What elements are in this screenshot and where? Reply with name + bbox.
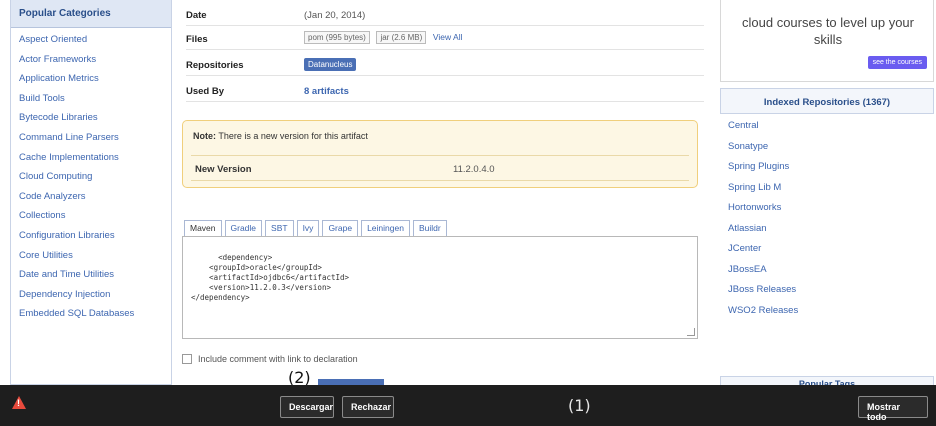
category-item-core-utilities[interactable]: Core Utilities	[19, 250, 171, 270]
tab-sbt[interactable]: SBT	[265, 220, 294, 237]
category-item-application-metrics[interactable]: Application Metrics	[19, 73, 171, 93]
warning-icon	[12, 396, 26, 409]
repository-list: Central Sonatype Spring Plugins Spring L…	[720, 114, 934, 325]
repo-item-spring-plugins[interactable]: Spring Plugins	[728, 161, 934, 182]
tab-grape[interactable]: Grape	[322, 220, 359, 237]
repositories-row: Repositories Datanucleus	[186, 54, 704, 76]
tab-buildr[interactable]: Buildr	[412, 220, 447, 237]
note-message: There is a new version for this artifact	[218, 131, 368, 141]
files-label: Files	[186, 34, 208, 45]
category-item-code-analyzers[interactable]: Code Analyzers	[19, 191, 171, 211]
tab-maven[interactable]: Maven	[184, 220, 222, 237]
category-item-date-time-utilities[interactable]: Date and Time Utilities	[19, 269, 171, 289]
see-courses-button[interactable]: see the courses	[867, 56, 927, 69]
dependency-snippet-textarea[interactable]: <dependency> <groupId>oracle</groupId> <…	[182, 236, 698, 339]
pom-file-button[interactable]: pom (995 bytes)	[304, 31, 370, 44]
note-prefix: Note:	[193, 131, 216, 141]
repo-item-jcenter[interactable]: JCenter	[728, 243, 934, 264]
category-item-configuration-libraries[interactable]: Configuration Libraries	[19, 230, 171, 250]
tab-gradle[interactable]: Gradle	[224, 220, 263, 237]
sidebar-heading: Popular Categories	[11, 0, 171, 28]
ad-text: cloud courses to level up your skills	[742, 15, 914, 47]
include-comment-row: Include comment with link to declaration	[182, 354, 358, 364]
view-all-link[interactable]: View All	[433, 32, 463, 42]
category-item-collections[interactable]: Collections	[19, 210, 171, 230]
used-by-link[interactable]: 8 artifacts	[304, 86, 349, 97]
include-comment-checkbox[interactable]	[182, 354, 192, 364]
repo-item-atlassian[interactable]: Atlassian	[728, 223, 934, 244]
repositories-label: Repositories	[186, 60, 244, 71]
category-list: Aspect Oriented Actor Frameworks Applica…	[11, 28, 171, 328]
new-version-link[interactable]: 11.2.0.4.0	[453, 164, 495, 175]
repo-item-central[interactable]: Central	[728, 120, 934, 141]
resize-handle[interactable]	[687, 328, 695, 336]
right-column: cloud courses to level up your skills se…	[716, 0, 936, 390]
files-row: Files pom (995 bytes) jar (2.6 MB) View …	[186, 28, 704, 50]
repo-item-jbossea[interactable]: JBossEA	[728, 264, 934, 285]
repository-tag[interactable]: Datanucleus	[304, 58, 357, 71]
tab-leiningen[interactable]: Leiningen	[361, 220, 410, 237]
category-item-bytecode-libraries[interactable]: Bytecode Libraries	[19, 112, 171, 132]
dependency-snippet-code: <dependency> <groupId>oracle</groupId> <…	[191, 253, 350, 302]
consent-bar: Descargar Rechazar (1) Mostrar todo	[0, 385, 936, 426]
category-item-aspect-oriented[interactable]: Aspect Oriented	[19, 34, 171, 54]
category-item-dependency-injection[interactable]: Dependency Injection	[19, 289, 171, 309]
annotation-marker-1: (1)	[568, 396, 591, 415]
build-tool-tabs: Maven Gradle SBT Ivy Grape Leiningen Bui…	[182, 220, 698, 360]
new-version-note: Note: There is a new version for this ar…	[182, 120, 698, 188]
indexed-repositories: Indexed Repositories (1367) Central Sona…	[720, 88, 934, 390]
category-item-build-tools[interactable]: Build Tools	[19, 93, 171, 113]
courses-ad: cloud courses to level up your skills se…	[720, 0, 934, 82]
repo-item-hortonworks[interactable]: Hortonworks	[728, 202, 934, 223]
tab-bar: Maven Gradle SBT Ivy Grape Leiningen Bui…	[182, 220, 698, 237]
indexed-repositories-heading[interactable]: Indexed Repositories (1367)	[720, 88, 934, 114]
artifact-details: Date (Jan 20, 2014) Files pom (995 bytes…	[178, 0, 708, 385]
show-all-button[interactable]: Mostrar todo	[858, 396, 928, 422]
repo-item-jboss-releases[interactable]: JBoss Releases	[728, 284, 934, 305]
category-item-cache-implementations[interactable]: Cache Implementations	[19, 152, 171, 172]
repo-item-wso2-releases[interactable]: WSO2 Releases	[728, 305, 934, 326]
category-item-cloud-computing[interactable]: Cloud Computing	[19, 171, 171, 191]
category-item-embedded-sql-databases[interactable]: Embedded SQL Databases	[19, 308, 171, 328]
download-button[interactable]: Descargar	[280, 396, 334, 418]
date-value: (Jan 20, 2014)	[304, 10, 366, 21]
new-version-row: New Version 11.2.0.4.0	[191, 155, 689, 181]
date-row: Date (Jan 20, 2014)	[186, 4, 704, 26]
repo-item-sonatype[interactable]: Sonatype	[728, 141, 934, 162]
new-version-label: New Version	[195, 164, 252, 175]
popular-categories-sidebar: Popular Categories Aspect Oriented Actor…	[10, 0, 172, 385]
category-item-actor-frameworks[interactable]: Actor Frameworks	[19, 54, 171, 74]
date-label: Date	[186, 10, 207, 21]
used-by-row: Used By 8 artifacts	[186, 80, 704, 102]
include-comment-label: Include comment with link to declaration	[198, 354, 358, 364]
jar-file-button[interactable]: jar (2.6 MB)	[376, 31, 427, 44]
category-item-command-line-parsers[interactable]: Command Line Parsers	[19, 132, 171, 152]
repo-item-spring-lib-m[interactable]: Spring Lib M	[728, 182, 934, 203]
reject-button[interactable]: Rechazar	[342, 396, 394, 418]
used-by-label: Used By	[186, 86, 225, 97]
tab-ivy[interactable]: Ivy	[296, 220, 320, 237]
note-text: Note: There is a new version for this ar…	[193, 131, 368, 141]
